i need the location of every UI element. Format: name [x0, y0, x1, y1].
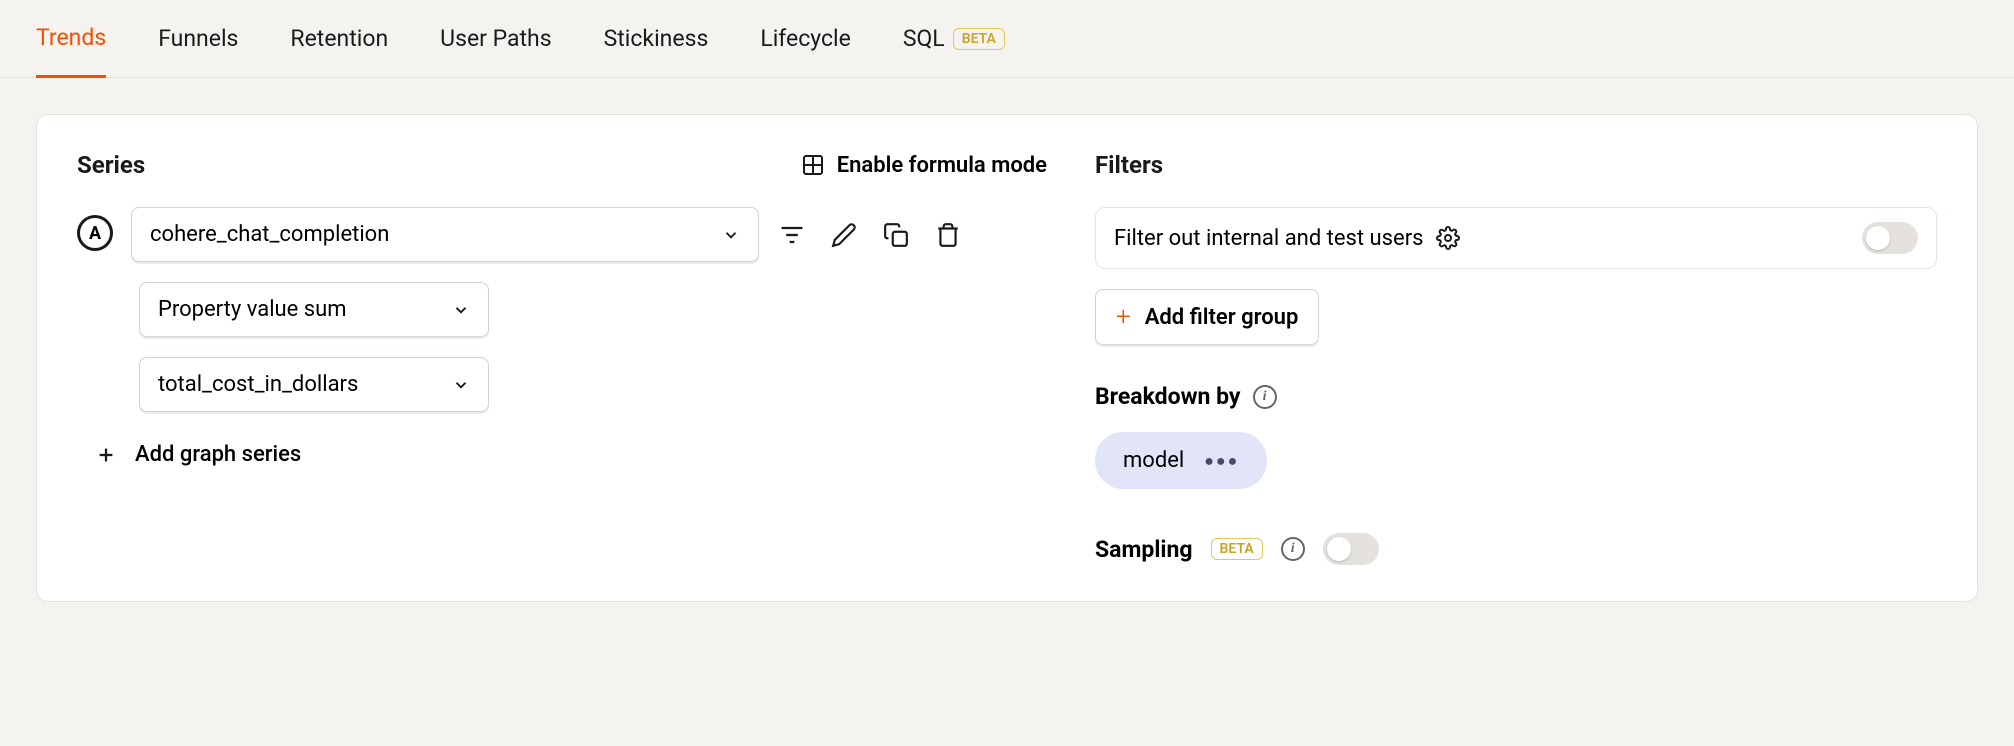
add-graph-series[interactable]: Add graph series — [95, 442, 1047, 467]
tab-trends[interactable]: Trends — [36, 0, 106, 78]
duplicate-button[interactable] — [877, 216, 915, 254]
rename-button[interactable] — [825, 216, 863, 254]
more-icon[interactable]: ●●● — [1204, 451, 1239, 471]
filters-title: Filters — [1095, 151, 1937, 179]
filter-icon-button[interactable] — [773, 216, 811, 254]
beta-badge: BETA — [1211, 538, 1263, 560]
delete-button[interactable] — [929, 216, 967, 254]
content-panel: Series Enable formula mode A cohere_chat… — [36, 114, 1978, 602]
series-title: Series — [77, 151, 145, 179]
tab-retention[interactable]: Retention — [290, 0, 388, 78]
filter-icon — [778, 221, 806, 249]
tab-funnels[interactable]: Funnels — [158, 0, 238, 78]
trash-icon — [935, 222, 961, 248]
info-icon[interactable]: i — [1253, 385, 1277, 409]
property-selector[interactable]: total_cost_in_dollars — [139, 357, 489, 412]
breakdown-pill-model[interactable]: model ●●● — [1095, 432, 1267, 489]
sampling-toggle[interactable] — [1323, 533, 1379, 565]
info-icon[interactable]: i — [1281, 537, 1305, 561]
chevron-down-icon — [452, 376, 470, 394]
chevron-down-icon — [452, 301, 470, 319]
enable-formula-mode[interactable]: Enable formula mode — [801, 153, 1047, 178]
internal-users-filter: Filter out internal and test users — [1095, 207, 1937, 269]
beta-badge: BETA — [953, 28, 1005, 50]
aggregation-selector[interactable]: Property value sum — [139, 282, 489, 337]
breakdown-title: Breakdown by — [1095, 383, 1241, 410]
formula-icon — [801, 153, 825, 177]
sampling-title: Sampling — [1095, 536, 1193, 563]
event-selector[interactable]: cohere_chat_completion — [131, 207, 759, 262]
plus-icon: + — [1116, 302, 1131, 332]
internal-filter-label: Filter out internal and test users — [1114, 226, 1424, 251]
series-item-a: A cohere_chat_completion — [77, 207, 1047, 262]
series-letter-badge: A — [77, 215, 113, 251]
tab-user-paths[interactable]: User Paths — [440, 0, 551, 78]
pencil-icon — [831, 222, 857, 248]
chevron-down-icon — [722, 226, 740, 244]
internal-filter-toggle[interactable] — [1862, 222, 1918, 254]
add-filter-group[interactable]: + Add filter group — [1095, 289, 1319, 345]
tab-stickiness[interactable]: Stickiness — [604, 0, 709, 78]
gear-icon[interactable] — [1436, 226, 1460, 250]
copy-icon — [883, 222, 909, 248]
tab-sql[interactable]: SQL BETA — [903, 0, 1005, 78]
tabs-nav: Trends Funnels Retention User Paths Stic… — [0, 0, 2014, 78]
plus-icon — [95, 444, 117, 466]
tab-lifecycle[interactable]: Lifecycle — [760, 0, 851, 78]
